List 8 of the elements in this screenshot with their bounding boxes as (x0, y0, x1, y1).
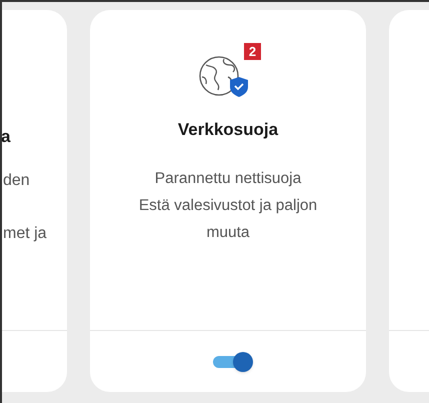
card-description: den (3, 171, 31, 191)
card-description: muuta (206, 222, 250, 242)
card-title: Verkkosuoja (178, 119, 278, 141)
notification-badge: 2 (244, 43, 261, 60)
toggle-switch[interactable] (211, 352, 253, 372)
card-description: met ja (3, 224, 48, 244)
card-description: Estä valesivustot ja paljon (138, 196, 318, 216)
card-description: Parannettu nettisuoja (154, 168, 302, 188)
